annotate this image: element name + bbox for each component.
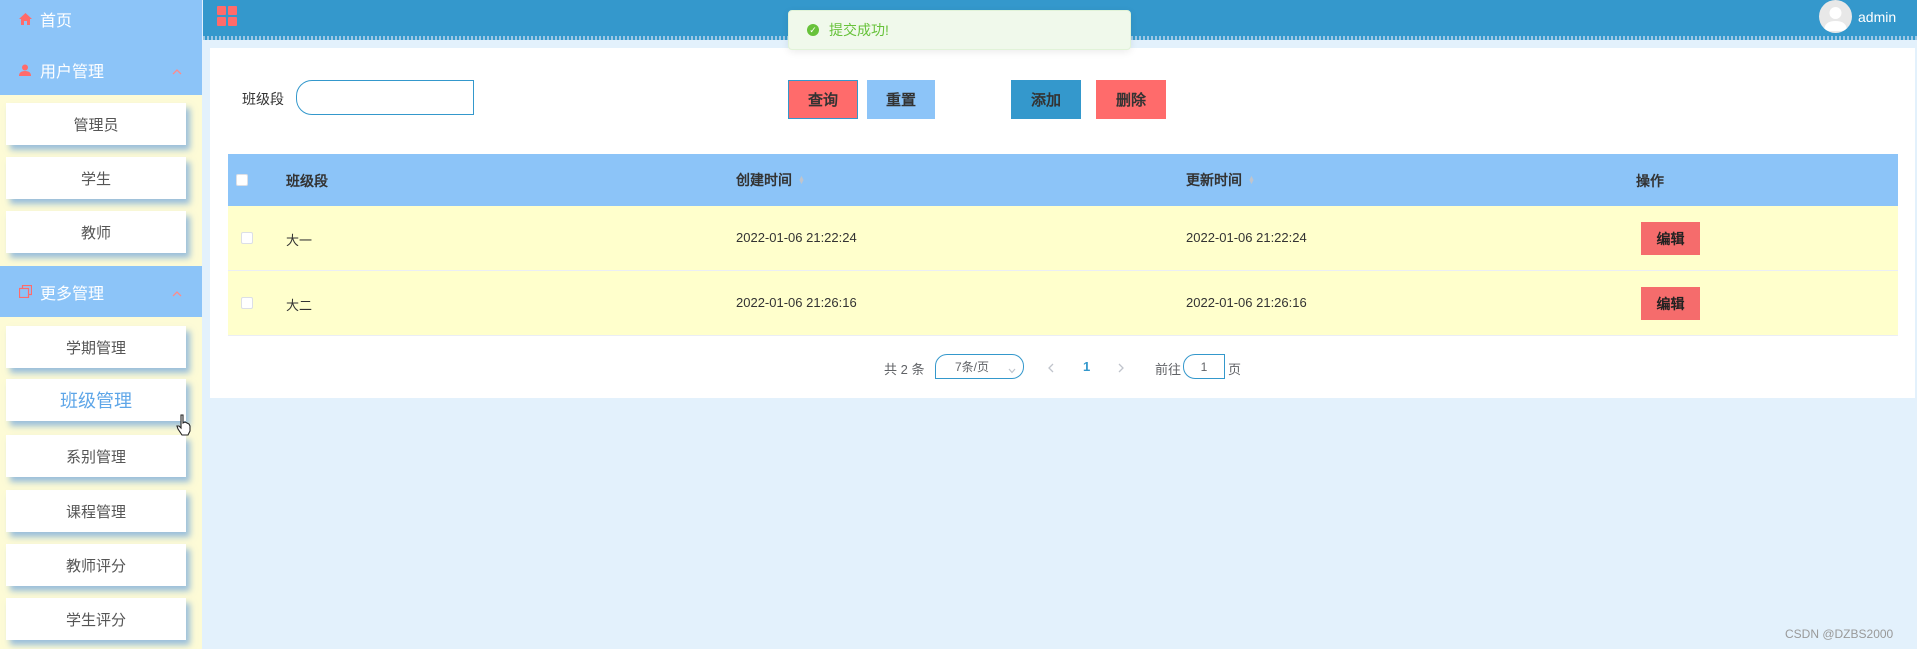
sidebar-item-student[interactable]: 学生 — [6, 157, 186, 199]
toast-message: 提交成功! — [829, 22, 889, 38]
table-header: 班级段 创建时间 ▲ ▼ 更新时间 ▲ ▼ 操作 — [228, 154, 1898, 206]
table-row: 大一 2022-01-06 21:22:24 2022-01-06 21:22:… — [228, 206, 1898, 271]
column-header-created[interactable]: 创建时间 ▲ ▼ — [736, 170, 805, 190]
sort-icon[interactable]: ▲ ▼ — [798, 175, 805, 186]
sidebar-item-department[interactable]: 系别管理 — [6, 435, 186, 477]
class-segment-input[interactable] — [296, 80, 474, 115]
column-header-class: 班级段 — [286, 173, 328, 189]
sidebar-group-label: 用户管理 — [40, 63, 105, 81]
pagination-total: 共 2 条 — [884, 362, 925, 377]
user-avatar-icon[interactable] — [1819, 0, 1852, 33]
row-checkbox[interactable] — [241, 297, 253, 309]
home-icon — [18, 12, 32, 26]
select-all-checkbox[interactable] — [236, 174, 248, 186]
sidebar-item-semester[interactable]: 学期管理 — [6, 326, 186, 368]
cell-class: 大二 — [286, 298, 313, 313]
chevron-down-icon — [1008, 363, 1016, 377]
row-checkbox[interactable] — [241, 232, 253, 244]
next-page-icon[interactable] — [1117, 360, 1125, 376]
sidebar-item-teacher[interactable]: 教师 — [6, 211, 186, 253]
add-button[interactable]: 添加 — [1011, 80, 1081, 119]
goto-suffix: 页 — [1228, 362, 1242, 377]
chevron-up-icon — [172, 62, 182, 80]
sidebar-item-admin[interactable]: 管理员 — [6, 103, 186, 145]
goto-prefix: 前往 — [1155, 362, 1182, 377]
column-header-updated-label: 更新时间 — [1186, 172, 1242, 188]
sidebar-item-student-rating[interactable]: 学生评分 — [6, 598, 186, 640]
column-header-created-label: 创建时间 — [736, 172, 792, 188]
column-header-actions: 操作 — [1636, 173, 1664, 189]
filter-label: 班级段 — [242, 91, 284, 107]
delete-button[interactable]: 删除 — [1096, 80, 1166, 119]
copy-icon — [18, 285, 32, 299]
grid-icon[interactable] — [217, 6, 237, 26]
sort-icon[interactable]: ▲ ▼ — [1248, 175, 1255, 186]
cell-created: 2022-01-06 21:22:24 — [736, 230, 857, 245]
edit-button[interactable]: 编辑 — [1641, 222, 1700, 255]
prev-page-icon[interactable] — [1047, 360, 1055, 376]
cell-class: 大一 — [286, 233, 313, 248]
sidebar-item-class[interactable]: 班级管理 — [6, 379, 186, 421]
page-size-select[interactable]: 7条/页 — [935, 354, 1024, 379]
sidebar-group-label: 更多管理 — [40, 285, 105, 303]
query-button[interactable]: 查询 — [788, 80, 858, 119]
sidebar-item-course[interactable]: 课程管理 — [6, 490, 186, 532]
cell-updated: 2022-01-06 21:22:24 — [1186, 230, 1307, 245]
sidebar-item-label: 首页 — [40, 12, 73, 30]
mouse-cursor-icon — [176, 414, 192, 439]
column-header-updated[interactable]: 更新时间 ▲ ▼ — [1186, 170, 1255, 190]
chevron-up-icon — [172, 284, 182, 302]
sidebar-group-more-mgmt[interactable]: 更多管理 — [0, 266, 202, 317]
cell-created: 2022-01-06 21:26:16 — [736, 295, 857, 310]
sidebar-item-teacher-rating[interactable]: 教师评分 — [6, 544, 186, 586]
check-circle-icon: ✓ — [807, 24, 819, 36]
sidebar-group-user-mgmt[interactable]: 用户管理 — [0, 44, 202, 95]
user-icon — [18, 63, 32, 77]
table-row: 大二 2022-01-06 21:26:16 2022-01-06 21:26:… — [228, 271, 1898, 336]
edit-button[interactable]: 编辑 — [1641, 287, 1700, 320]
goto-page-input[interactable]: 1 — [1183, 354, 1225, 379]
page-number-current[interactable]: 1 — [1083, 359, 1090, 374]
sidebar-item-home[interactable]: 首页 — [0, 0, 202, 44]
page-size-value: 7条/页 — [955, 360, 990, 374]
success-toast: ✓ 提交成功! — [788, 10, 1131, 50]
reset-button[interactable]: 重置 — [867, 80, 935, 119]
username[interactable]: admin — [1858, 9, 1896, 25]
sidebar: 首页 用户管理 管理员 学生 教师 更多管理 学期管理 班级管理 系别管理 课程… — [0, 0, 202, 649]
cell-updated: 2022-01-06 21:26:16 — [1186, 295, 1307, 310]
watermark: CSDN @DZBS2000 — [1785, 627, 1894, 641]
